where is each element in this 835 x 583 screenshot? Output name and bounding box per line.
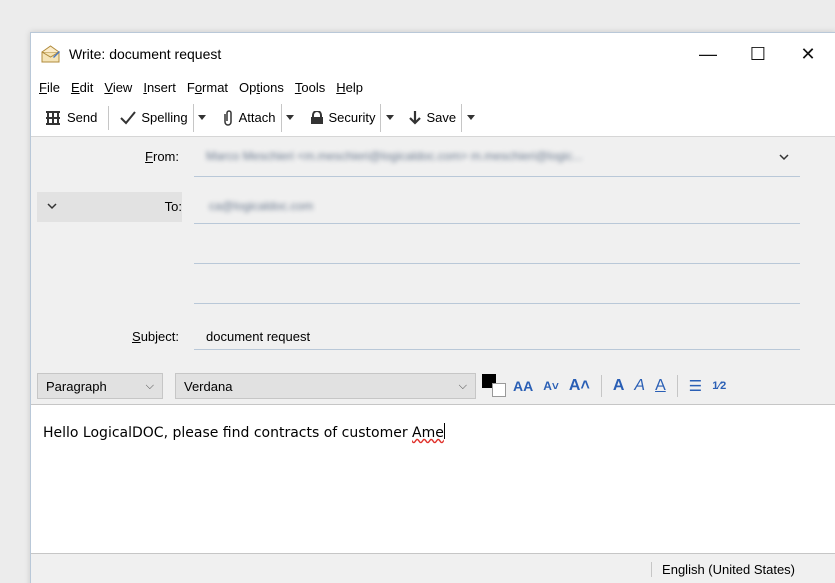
font-size-increase-icon[interactable]: A˄ [569, 377, 590, 395]
paperclip-icon [223, 109, 232, 126]
message-headers: From: Marco Meschieri <m.meschieri@logic… [31, 137, 835, 375]
language-indicator[interactable]: English (United States) [651, 562, 795, 577]
security-label: Security [328, 110, 376, 125]
menu-format[interactable]: Format [187, 80, 228, 95]
download-arrow-icon [409, 110, 422, 125]
security-dropdown-button[interactable] [380, 103, 394, 132]
paragraph-format-select[interactable]: Paragraph ⌵ [37, 373, 163, 399]
menu-insert[interactable]: Insert [143, 80, 176, 95]
from-label: From: [145, 149, 179, 164]
maximize-button[interactable]: ☐ [735, 33, 781, 75]
spelling-label: Spelling [141, 110, 188, 125]
text-color-picker[interactable] [482, 374, 508, 398]
minimize-button[interactable]: — [685, 33, 731, 75]
font-family-value: Verdana [184, 378, 233, 394]
recipient-row-underline[interactable] [194, 263, 800, 264]
message-body-text: Hello LogicalDOC, please find contracts … [43, 423, 445, 441]
from-select[interactable]: Marco Meschieri <m.meschieri@logicaldoc.… [206, 149, 776, 163]
font-size-decrease-icon[interactable]: A˅ [543, 379, 559, 393]
menu-file[interactable]: File [39, 80, 60, 95]
attach-label: Attach [238, 110, 276, 125]
font-size-smaller-icon[interactable]: AA [513, 378, 533, 394]
recipient-type-toggle[interactable]: To: [37, 192, 182, 222]
bulleted-list-icon[interactable]: ☰ [689, 377, 702, 395]
send-label: Send [67, 110, 98, 125]
recipient-row-underline[interactable] [194, 303, 800, 304]
send-button[interactable]: Send [39, 104, 102, 132]
to-field[interactable]: ca@logicaldoc.com [209, 199, 313, 213]
subject-input[interactable]: document request [206, 329, 310, 344]
security-button[interactable]: Security [305, 104, 381, 132]
text-caret [443, 423, 445, 439]
chevron-down-icon[interactable] [779, 154, 789, 161]
numbered-list-icon[interactable]: 1⁄2 [712, 380, 726, 392]
send-icon [46, 110, 60, 125]
subject-label: Subject: [132, 329, 179, 344]
menu-help[interactable]: Help [336, 80, 363, 95]
to-label: To: [164, 199, 182, 214]
title-bar: Write: document request — ☐ ✕ [31, 33, 835, 75]
menu-bar: File Edit View Insert Format Options Too… [31, 75, 835, 99]
save-dropdown-button[interactable] [461, 103, 475, 132]
attach-button[interactable]: Attach [217, 104, 281, 132]
menu-options[interactable]: Options [239, 80, 284, 95]
bold-icon[interactable]: A [613, 377, 625, 395]
to-underline [194, 223, 800, 224]
chevron-down-icon: ⌵ [145, 379, 154, 392]
save-label: Save [426, 110, 457, 125]
from-underline [194, 176, 800, 177]
menu-view[interactable]: View [104, 80, 132, 95]
compose-envelope-icon [41, 45, 61, 63]
chevron-down-icon [47, 203, 57, 210]
spelling-dropdown-button[interactable] [192, 103, 207, 132]
subject-underline [194, 349, 800, 350]
menu-edit[interactable]: Edit [71, 80, 93, 95]
paragraph-format-value: Paragraph [46, 378, 107, 394]
attach-dropdown-button[interactable] [280, 103, 295, 132]
status-bar: English (United States) [31, 553, 835, 583]
message-body-editor[interactable]: Hello LogicalDOC, please find contracts … [31, 404, 835, 553]
save-button[interactable]: Save [404, 104, 461, 132]
window-title: Write: document request [69, 46, 222, 62]
checkmark-icon [120, 110, 137, 124]
lock-icon [310, 110, 323, 124]
chevron-down-icon: ⌵ [458, 379, 467, 392]
compose-window: Write: document request — ☐ ✕ File Edit … [30, 32, 835, 583]
italic-icon[interactable]: A [634, 377, 645, 395]
close-button[interactable]: ✕ [785, 33, 831, 75]
compose-toolbar: Send Spelling Attach Security Save [31, 99, 835, 137]
font-family-select[interactable]: Verdana ⌵ [175, 373, 476, 399]
formatting-toolbar: Paragraph ⌵ Verdana ⌵ AA A˅ A˄ A A A ☰ 1… [31, 368, 835, 404]
underline-icon[interactable]: A [655, 377, 666, 395]
format-separator [600, 375, 602, 397]
toolbar-separator [108, 105, 110, 130]
misspelled-word[interactable]: Ame [412, 425, 444, 441]
spelling-button[interactable]: Spelling [115, 104, 192, 132]
menu-tools[interactable]: Tools [295, 80, 325, 95]
format-separator [676, 375, 678, 397]
